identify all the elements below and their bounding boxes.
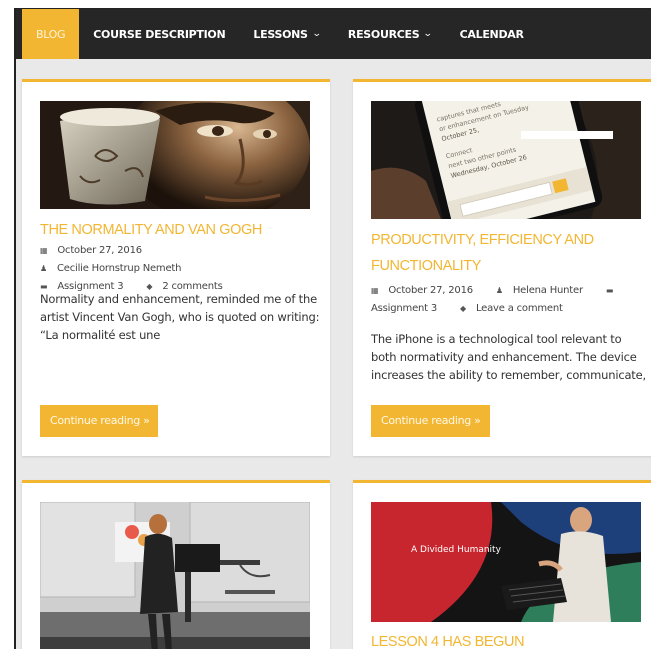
post-date-text: October 27, 2016	[388, 285, 473, 296]
van-gogh-painting-image	[40, 101, 310, 209]
post-meta: ▦ October 27, 2016 ♟ Helena Hunter ▬ Assig…	[371, 282, 646, 318]
nav-resources[interactable]: RESOURCES ⌄	[334, 9, 446, 59]
post-card	[22, 480, 330, 649]
post-thumbnail-van-gogh[interactable]	[40, 101, 310, 209]
post-comments[interactable]: ◆ Leave a comment	[460, 303, 573, 314]
calendar-icon: ▦	[40, 246, 48, 255]
nav-course-description[interactable]: COURSE DESCRIPTION	[79, 9, 239, 59]
continue-reading-button[interactable]: Continue reading »	[371, 405, 490, 437]
image-caption-text: A Divided Humanity	[411, 545, 502, 555]
browser-viewport: BLOG COURSE DESCRIPTION LESSONS ⌄ RESOURC…	[14, 8, 651, 649]
nav-resources-label: RESOURCES	[347, 27, 420, 41]
post-title[interactable]: THE NORMALITY AND VAN GOGH	[40, 217, 320, 243]
post-category[interactable]: Assignment 3	[371, 303, 447, 314]
nav-course-description-label: COURSE DESCRIPTION	[93, 27, 226, 41]
post-date-text: October 27, 2016	[57, 245, 142, 256]
post-date[interactable]: ▦ October 27, 2016	[371, 285, 483, 296]
nav-calendar[interactable]: CALENDAR	[446, 9, 538, 59]
post-category-icon-wrap: ▬	[606, 285, 623, 296]
comment-icon: ◆	[460, 304, 466, 313]
folder-icon: ▬	[605, 286, 614, 295]
main-navigation: BLOG COURSE DESCRIPTION LESSONS ⌄ RESOURC…	[16, 9, 651, 59]
nav-lessons-label: LESSONS	[253, 27, 308, 41]
chevron-down-icon: ⌄	[423, 29, 433, 39]
post-card: captures that meets or enhancement on Tu…	[353, 79, 651, 456]
post-meta: ▦ October 27, 2016 ♟ Cecilie Hornstrup Nem…	[40, 242, 325, 296]
user-icon: ♟	[495, 286, 503, 295]
nav-calendar-label: CALENDAR	[459, 27, 524, 41]
chevron-down-icon: ⌄	[311, 29, 322, 39]
phone-calendar-image: captures that meets or enhancement on Tu…	[371, 101, 641, 219]
post-excerpt: The iPhone is a technological tool relev…	[371, 332, 646, 382]
post-excerpt: Normality and enhancement, reminded me o…	[40, 292, 320, 342]
post-author[interactable]: ♟ Cecilie Hornstrup Nemeth	[40, 263, 191, 274]
nav-lessons[interactable]: LESSONS ⌄	[239, 9, 334, 59]
post-author-text: Helena Hunter	[512, 285, 583, 296]
post-date[interactable]: ▦ October 27, 2016	[40, 245, 152, 256]
nav-blog[interactable]: BLOG	[22, 9, 80, 59]
post-card: THE NORMALITY AND VAN GOGH ▦ October 27, …	[22, 79, 330, 456]
post-card: A Divided Humanity LESSON 4 HAS BEGUN	[353, 480, 651, 649]
divided-humanity-image: A Divided Humanity	[371, 502, 641, 622]
post-thumbnail-phone[interactable]: captures that meets or enhancement on Tu…	[371, 101, 641, 219]
post-author[interactable]: ♟ Helena Hunter	[496, 285, 593, 296]
user-icon: ♟	[40, 264, 47, 273]
nav-blog-label: BLOG	[36, 27, 66, 41]
post-title[interactable]: LESSON 4 HAS BEGUN	[371, 629, 641, 649]
post-author-text: Cecilie Hornstrup Nemeth	[56, 263, 182, 274]
continue-reading-button[interactable]: Continue reading »	[40, 405, 158, 437]
post-comments-text: Leave a comment	[475, 303, 563, 314]
post-title[interactable]: PRODUCTIVITY, EFFICIENCY AND FUNCTIONALI…	[371, 227, 641, 279]
post-thumbnail-divided-humanity[interactable]: A Divided Humanity	[371, 502, 641, 622]
calendar-icon: ▦	[371, 286, 379, 295]
post-category-text: Assignment 3	[371, 303, 438, 314]
lecture-classroom-image	[40, 502, 310, 649]
post-thumbnail-lecture[interactable]	[40, 502, 310, 649]
